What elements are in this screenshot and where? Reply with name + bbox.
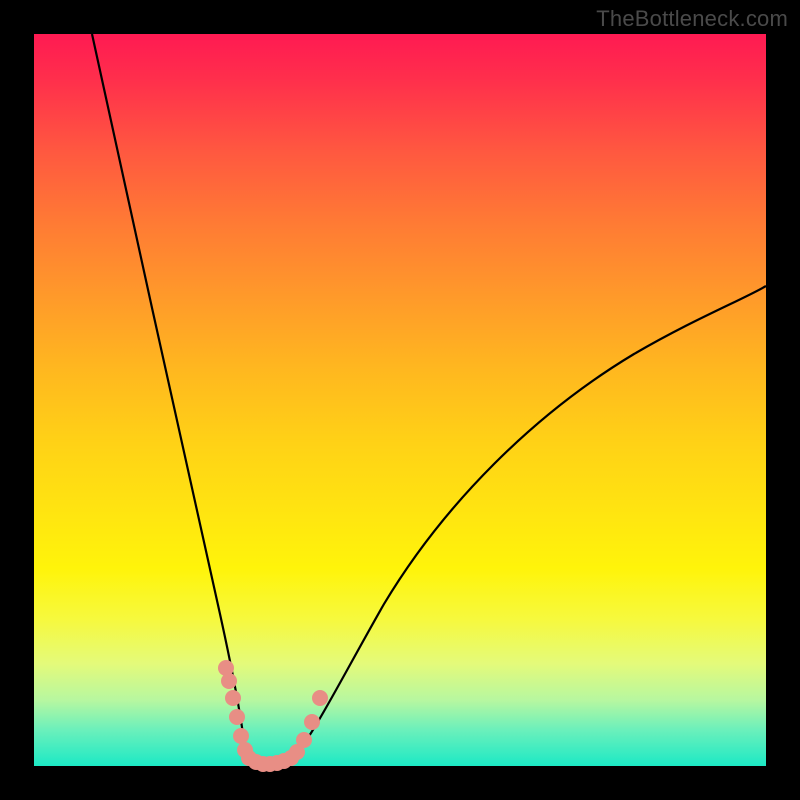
marker-dot <box>296 732 312 748</box>
curve-left-branch <box>92 34 250 760</box>
marker-dot <box>312 690 328 706</box>
curve-right-branch <box>294 286 766 757</box>
marker-dot <box>221 673 237 689</box>
chart-svg <box>34 34 766 766</box>
marker-dot <box>229 709 245 725</box>
marker-dot <box>225 690 241 706</box>
marker-dot <box>233 728 249 744</box>
marker-dot <box>304 714 320 730</box>
watermark-text: TheBottleneck.com <box>596 6 788 32</box>
